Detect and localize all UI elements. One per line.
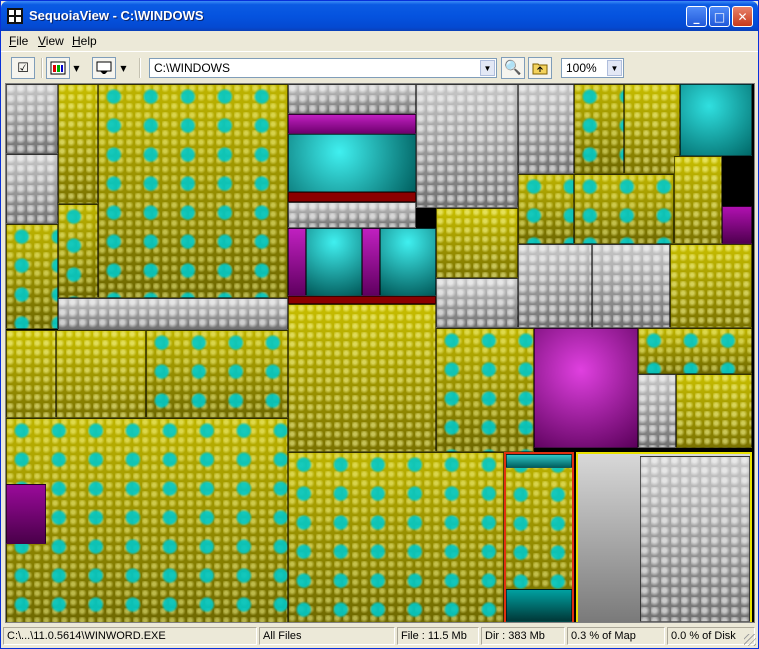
zoom-dropdown-arrow[interactable]: ▼ [607, 60, 622, 76]
treemap-cell[interactable] [362, 228, 380, 296]
treemap-cell[interactable] [58, 84, 98, 204]
color-scheme-icon [50, 61, 66, 75]
treemap-cell[interactable] [288, 192, 416, 202]
maximize-button[interactable]: □ [709, 6, 730, 27]
path-value: C:\WINDOWS [154, 61, 230, 75]
zoom-in-icon: 🔍 [504, 60, 522, 76]
treemap-cell[interactable] [674, 156, 722, 244]
zoom-in-button[interactable]: 🔍 [501, 57, 525, 79]
filter-icon [96, 61, 112, 74]
treemap-cell[interactable] [6, 154, 58, 224]
path-combobox[interactable]: C:\WINDOWS ▼ [149, 58, 497, 78]
folder-up-icon [532, 63, 548, 75]
treemap-cell[interactable] [6, 330, 56, 418]
treemap-cell[interactable] [416, 84, 518, 208]
toolbar: ☑ ▼ ▼ C:\WINDOWS ▼ 🔍 100% ▼ [1, 51, 758, 82]
zoom-combobox[interactable]: 100% ▼ [561, 58, 624, 78]
treemap-cell[interactable] [638, 328, 752, 374]
treemap-cell[interactable] [146, 330, 288, 418]
treemap-cell[interactable] [6, 484, 46, 544]
treemap-cell[interactable] [574, 174, 674, 244]
treemap-cell[interactable] [518, 244, 592, 328]
treemap-cell[interactable] [680, 84, 752, 156]
treemap-cell[interactable] [6, 418, 288, 622]
treemap-cell[interactable] [288, 228, 306, 296]
treemap-view[interactable] [5, 83, 755, 623]
treemap-cell[interactable] [518, 84, 574, 174]
treemap-cell[interactable] [670, 244, 752, 328]
path-dropdown-arrow[interactable]: ▼ [480, 60, 495, 76]
treemap-cell[interactable] [288, 84, 416, 114]
folder-up-button[interactable] [528, 57, 552, 79]
treemap-cell[interactable] [436, 208, 518, 278]
title-bar[interactable]: SequoiaView - C:\WINDOWS _ □ ✕ [1, 1, 758, 31]
status-map-percent: 0.3 % of Map [567, 627, 665, 645]
treemap-cell[interactable] [58, 298, 288, 330]
resize-grip[interactable] [744, 634, 756, 646]
menu-view[interactable]: View [38, 34, 64, 48]
filter-dropdown[interactable]: ▼ [118, 57, 129, 79]
treemap-cell[interactable] [518, 174, 574, 244]
treemap-cell[interactable] [288, 452, 504, 622]
treemap-cell[interactable] [306, 228, 362, 296]
treemap-cell[interactable] [58, 204, 98, 298]
status-dir-size: Dir : 383 Mb [481, 627, 565, 645]
app-icon[interactable] [7, 8, 23, 24]
treemap-cell[interactable] [676, 374, 752, 448]
toolbar-separator [139, 58, 141, 78]
treemap-cell[interactable] [288, 304, 436, 452]
treemap-cell[interactable] [288, 114, 416, 134]
color-scheme-dropdown[interactable]: ▼ [71, 57, 82, 79]
status-filter: All Files [259, 627, 395, 645]
filter-button[interactable] [92, 57, 116, 79]
menu-file[interactable]: File [9, 34, 28, 48]
menu-bar: File View Help [1, 31, 758, 51]
treemap-cell[interactable] [56, 330, 146, 418]
treemap-cell[interactable] [288, 296, 436, 304]
treemap-cell[interactable] [436, 328, 534, 452]
treemap-cell[interactable] [506, 589, 572, 622]
treemap-cell[interactable] [506, 454, 572, 468]
status-file-size: File : 11.5 Mb [397, 627, 479, 645]
minimize-button[interactable]: _ [686, 6, 707, 27]
treemap-cell[interactable] [288, 134, 416, 192]
color-scheme-button[interactable] [46, 57, 70, 79]
close-button[interactable]: ✕ [732, 6, 753, 27]
treemap-cell[interactable] [592, 244, 670, 328]
treemap-cell[interactable] [624, 84, 680, 174]
treemap-cell[interactable] [288, 202, 416, 228]
treemap-cell[interactable] [6, 224, 58, 329]
treemap-cell[interactable] [722, 206, 752, 244]
treemap-cell[interactable] [640, 456, 750, 622]
treemap-cell[interactable] [380, 228, 436, 296]
toolbar-separator [41, 58, 43, 78]
status-path: C:\...\11.0.5614\WINWORD.EXE [3, 627, 257, 645]
treemap-cell[interactable] [436, 278, 518, 328]
status-disk-percent: 0.0 % of Disk [667, 627, 755, 645]
window-title: SequoiaView - C:\WINDOWS [29, 8, 204, 23]
menu-help[interactable]: Help [72, 34, 97, 48]
treemap-cell[interactable] [638, 374, 676, 448]
options-button[interactable]: ☑ [11, 57, 35, 79]
treemap-cell[interactable] [6, 84, 58, 154]
treemap-cell[interactable] [98, 84, 288, 298]
options-icon: ☑ [17, 60, 29, 76]
status-bar: C:\...\11.0.5614\WINWORD.EXE All Files F… [1, 626, 758, 648]
treemap-cell[interactable] [574, 84, 624, 174]
app-window: SequoiaView - C:\WINDOWS _ □ ✕ File View… [0, 0, 759, 649]
zoom-value: 100% [566, 61, 597, 75]
treemap-cell[interactable] [534, 328, 638, 448]
